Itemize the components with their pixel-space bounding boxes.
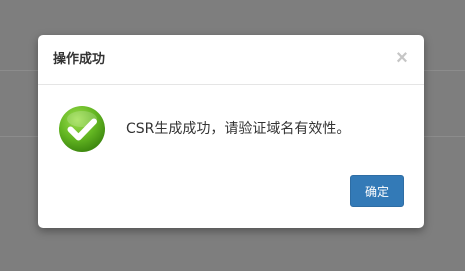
dialog-title: 操作成功 [53,52,106,67]
success-dialog: 操作成功 × CSR生成成功，请验证域名有效性。 确定 [38,35,424,228]
dialog-message: CSR生成成功，请验证域名有效性。 [126,121,351,137]
success-check-icon [59,106,105,152]
confirm-button[interactable]: 确定 [350,175,404,207]
dialog-footer: 确定 [38,173,424,228]
dialog-body: CSR生成成功，请验证域名有效性。 [38,85,424,173]
close-button[interactable]: × [394,47,410,69]
dialog-header: 操作成功 × [38,35,424,85]
